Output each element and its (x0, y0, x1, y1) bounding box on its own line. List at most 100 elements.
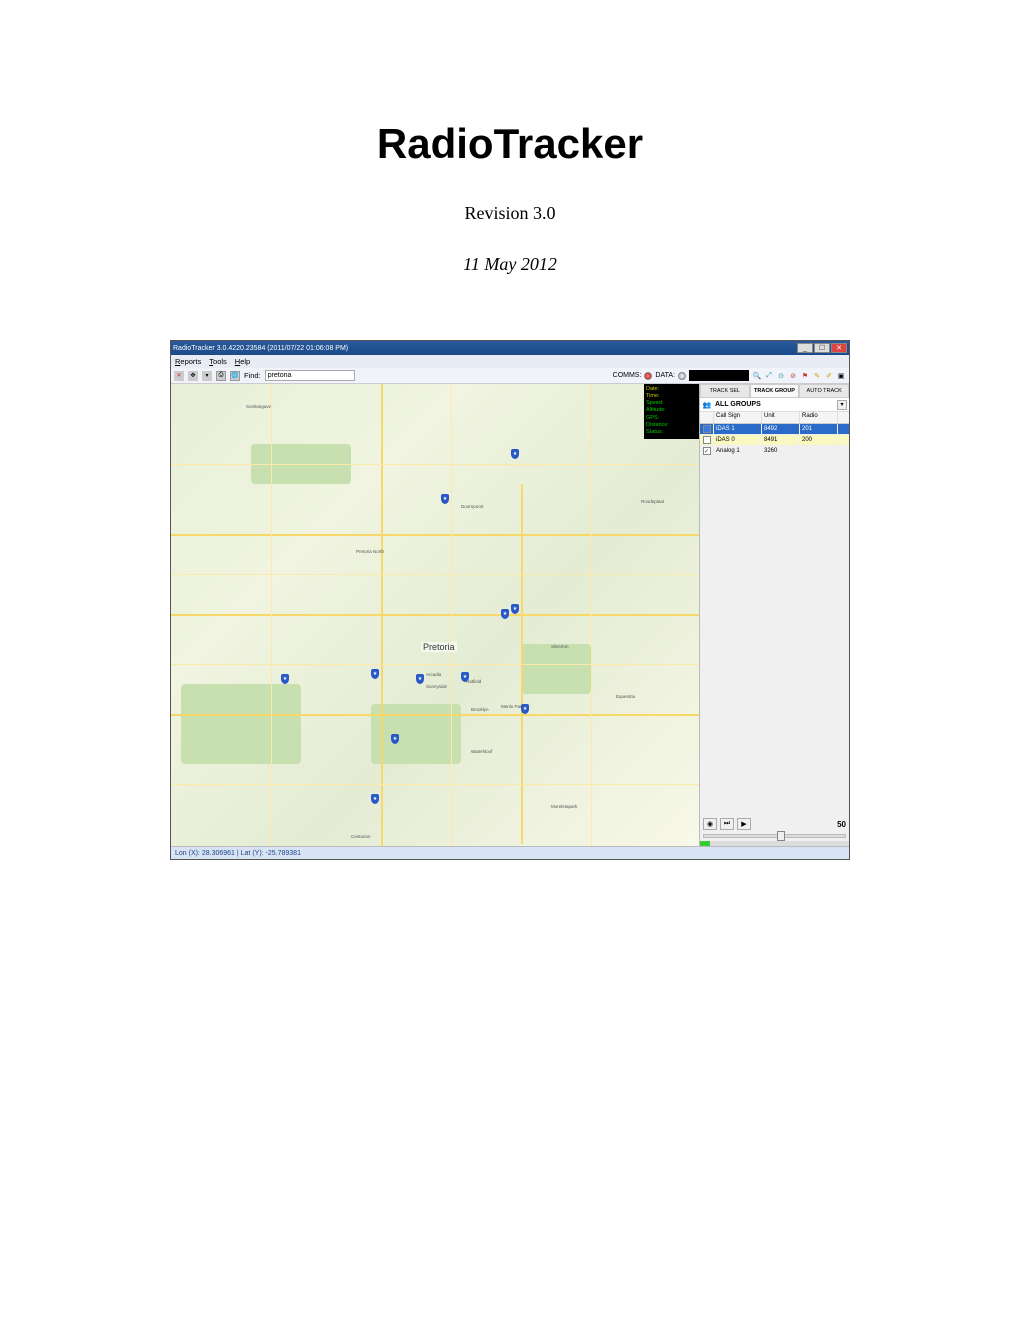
data-led-icon (678, 372, 686, 380)
doc-date: 11 May 2012 (0, 254, 1020, 275)
cell-callsign: Analog 1 (714, 446, 762, 456)
expand-icon[interactable]: ⤢ (764, 371, 774, 381)
cell-radio: 201 (800, 424, 838, 434)
place-label: Waterkloof (471, 749, 492, 754)
maximize-button[interactable]: ☐ (814, 343, 830, 353)
overlay-status: Status: (646, 429, 697, 436)
lcd-display (689, 370, 749, 381)
place-label: Silverton (551, 644, 569, 649)
chevron-down-icon[interactable]: ▾ (837, 400, 847, 410)
status-text: Lon (X): 28.306961 | Lat (Y): -25.789381 (175, 850, 301, 857)
toolbar: ✕ ✥ ▾ ⎙ 🌐 Find: COMMS: DATA: 🔍 ⤢ ⊙ ⊘ ⚑ ✎… (171, 368, 849, 384)
map-marker-icon[interactable]: ★ (441, 494, 449, 504)
speed-slider[interactable] (703, 834, 846, 838)
cell-radio: 200 (800, 435, 838, 445)
close-button[interactable]: ✕ (831, 343, 847, 353)
checkbox[interactable] (703, 425, 711, 433)
col-callsign[interactable]: Call Sign (714, 412, 762, 423)
globe-icon[interactable]: 🌐 (230, 371, 240, 381)
close-tool-icon[interactable]: ✕ (174, 371, 184, 381)
dropdown-icon[interactable]: ▾ (202, 371, 212, 381)
map-marker-icon[interactable]: ★ (371, 794, 379, 804)
tab-track-group[interactable]: TRACK GROUP (750, 384, 800, 398)
comms-led-icon (644, 372, 652, 380)
panel-tabs: TRACK SEL TRACK GROUP AUTO TRACK (700, 384, 849, 398)
loading-bar (700, 841, 849, 846)
place-label: Menlo Park (501, 704, 524, 709)
pencil-icon[interactable]: ✎ (812, 371, 822, 381)
tab-auto-track[interactable]: AUTO TRACK (799, 384, 849, 398)
place-label: Brooklyn (471, 707, 489, 712)
menubar: Reports Tools Help (171, 355, 849, 368)
step-button[interactable]: ⏭ (720, 818, 734, 830)
overlay-distance: Distance: (646, 422, 697, 429)
record-button[interactable]: ◉ (703, 818, 717, 830)
overlay-gps: GPS: (646, 415, 697, 422)
map-marker-icon[interactable]: ★ (281, 674, 289, 684)
tab-track-sel[interactable]: TRACK SEL (700, 384, 750, 398)
checkbox[interactable] (703, 436, 711, 444)
col-radio[interactable]: Radio (800, 412, 838, 423)
map-marker-icon[interactable]: ★ (511, 604, 519, 614)
group-selector[interactable]: 👥 ALL GROUPS ▾ (700, 398, 849, 412)
overlay-date: Date: (646, 386, 697, 393)
edit-icon[interactable]: ✐ (824, 371, 834, 381)
place-label: Moreletapark (551, 804, 577, 809)
titlebar: RadioTracker 3.0.4220.23584 (2011/07/22 … (171, 341, 849, 355)
asset-header: Call Sign Unit Radio (700, 412, 849, 424)
group-label: ALL GROUPS (715, 401, 837, 408)
speed-value: 50 (837, 820, 846, 829)
map-marker-icon[interactable]: ★ (501, 609, 509, 619)
main-area: ★ ★ ★ ★ ★ ★ ★ ★ ★ ★ ★ Pretoria Soshanguv… (171, 384, 849, 846)
cell-callsign: iDAS 0 (714, 435, 762, 445)
col-unit[interactable]: Unit (762, 412, 800, 423)
right-panel: TRACK SEL TRACK GROUP AUTO TRACK 👥 ALL G… (699, 384, 849, 846)
map-canvas[interactable]: ★ ★ ★ ★ ★ ★ ★ ★ ★ ★ ★ Pretoria Soshanguv… (171, 384, 699, 846)
minimize-button[interactable]: _ (797, 343, 813, 353)
target-icon[interactable]: ⊙ (776, 371, 786, 381)
print-icon[interactable]: ⎙ (216, 371, 226, 381)
comms-label: COMMS: (613, 372, 642, 379)
window-controls: _ ☐ ✕ (797, 343, 847, 353)
place-label: Pretoria North (356, 549, 384, 554)
cell-callsign: iDAS 1 (714, 424, 762, 434)
map-marker-icon[interactable]: ★ (371, 669, 379, 679)
cell-unit: 3260 (762, 446, 800, 456)
statusbar: Lon (X): 28.306961 | Lat (Y): -25.789381 (171, 846, 849, 859)
place-label: Centurion (351, 834, 371, 839)
place-label: Hatfield (466, 679, 481, 684)
map-marker-icon[interactable]: ★ (416, 674, 424, 684)
doc-revision: Revision 3.0 (0, 203, 1020, 224)
menu-tools[interactable]: Tools (209, 357, 227, 366)
checkbox[interactable]: ✓ (703, 447, 711, 455)
cell-unit: 8491 (762, 435, 800, 445)
asset-row[interactable]: iDAS 0 8491 200 (700, 435, 849, 446)
find-input[interactable] (265, 370, 355, 381)
panel-icon[interactable]: ▣ (836, 371, 846, 381)
place-label: Soshanguve (246, 404, 271, 409)
menu-reports[interactable]: Reports (175, 357, 201, 366)
place-label: Sunnyside (426, 684, 447, 689)
zoom-in-icon[interactable]: 🔍 (752, 371, 762, 381)
menu-help[interactable]: Help (235, 357, 250, 366)
panel-bottom: ◉ ⏭ ▶ 50 (700, 815, 849, 841)
slider-thumb[interactable] (777, 831, 785, 841)
city-label: Pretoria (421, 642, 457, 652)
flag-icon[interactable]: ⚑ (800, 371, 810, 381)
map-marker-icon[interactable]: ★ (511, 449, 519, 459)
nav-tool-icon[interactable]: ✥ (188, 371, 198, 381)
map-marker-icon[interactable]: ★ (391, 734, 399, 744)
overlay-time: Time: (646, 393, 697, 400)
find-label: Find: (244, 371, 261, 380)
group-icon: 👥 (702, 400, 712, 410)
asset-row[interactable]: ✓ Analog 1 3260 (700, 446, 849, 457)
cell-radio (800, 446, 838, 456)
overlay-speed: Speed: (646, 400, 697, 407)
cancel-icon[interactable]: ⊘ (788, 371, 798, 381)
place-label: Doornpoort (461, 504, 484, 509)
place-label: Arcadia (426, 672, 441, 677)
app-window: RadioTracker 3.0.4220.23584 (2011/07/22 … (170, 340, 850, 860)
asset-row[interactable]: iDAS 1 8492 201 (700, 424, 849, 435)
cell-unit: 8492 (762, 424, 800, 434)
play-button[interactable]: ▶ (737, 818, 751, 830)
